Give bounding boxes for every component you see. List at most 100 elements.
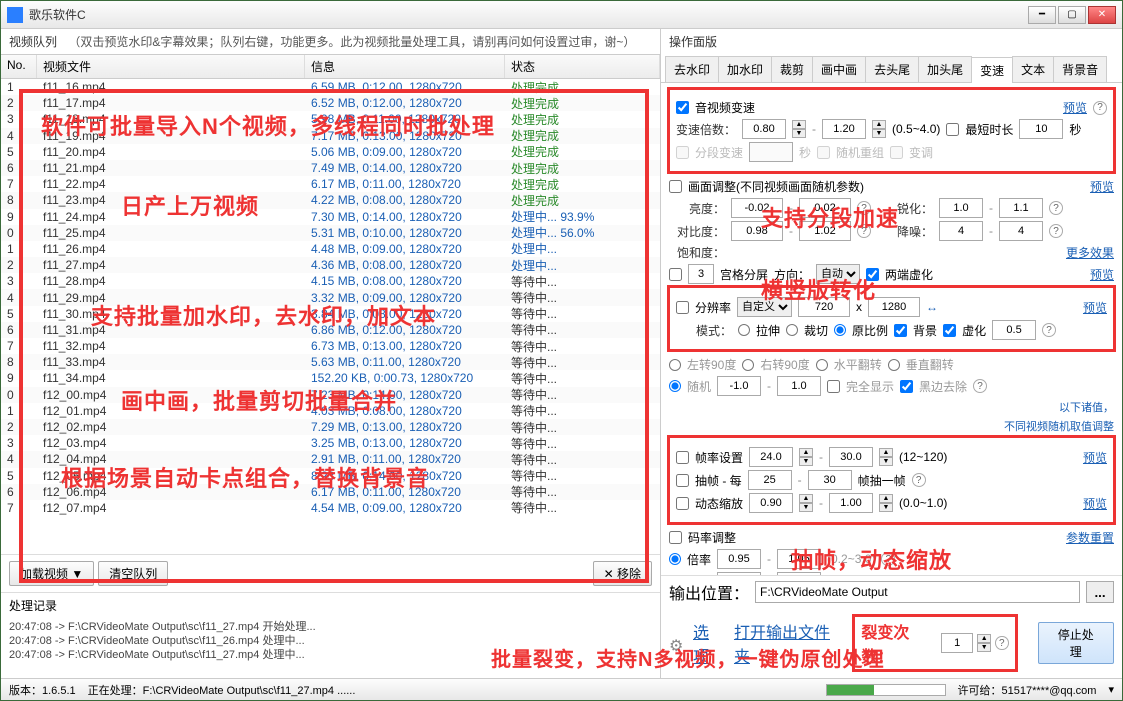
help-icon[interactable]: ? [1093, 101, 1107, 115]
table-row[interactable]: 1f11_16.mp46.59 MB, 0:12.00, 1280x720处理完… [1, 79, 660, 95]
help-icon[interactable]: ? [1042, 323, 1056, 337]
table-row[interactable]: 5f12_05.mp48.23 MB, 0:14.00, 1280x720等待中… [1, 468, 660, 484]
maximize-button[interactable]: ▢ [1058, 6, 1086, 24]
table-row[interactable]: 4f12_04.mp42.91 MB, 0:11.00, 1280x720等待中… [1, 451, 660, 467]
remove-button[interactable]: ✕ 移除 [593, 561, 652, 586]
keep-radio[interactable] [834, 324, 846, 336]
speed-checkbox[interactable] [676, 101, 689, 114]
help-icon[interactable]: ? [857, 201, 871, 215]
split-num[interactable] [688, 264, 714, 284]
tab-3[interactable]: 画中画 [812, 56, 866, 82]
table-row[interactable]: 9f11_24.mp47.30 MB, 0:14.00, 1280x720处理中… [1, 209, 660, 225]
rot-rand[interactable] [669, 380, 681, 392]
help-icon[interactable]: ? [857, 224, 871, 238]
sharp-lo[interactable] [939, 198, 983, 218]
contrast-lo[interactable] [731, 221, 783, 241]
contrast-hi[interactable] [799, 221, 851, 241]
table-row[interactable]: 3f12_03.mp43.25 MB, 0:13.00, 1280x720等待中… [1, 435, 660, 451]
zoom-checkbox[interactable] [676, 497, 689, 510]
direction-select[interactable]: 自动 [816, 264, 860, 284]
help-icon[interactable]: ? [995, 636, 1008, 650]
bright-hi[interactable] [799, 198, 851, 218]
preview-link[interactable]: 预览 [1083, 299, 1107, 316]
tab-2[interactable]: 裁剪 [771, 56, 813, 82]
preview-link[interactable]: 预览 [1063, 99, 1087, 116]
fps-hi[interactable] [829, 447, 873, 467]
stop-button[interactable]: 停止处理 [1038, 622, 1114, 664]
table-row[interactable]: 4f11_29.mp43.32 MB, 0:09.00, 1280x720等待中… [1, 289, 660, 305]
short-checkbox[interactable] [946, 123, 959, 136]
table-body[interactable]: 1f11_16.mp46.59 MB, 0:12.00, 1280x720处理完… [1, 79, 660, 554]
zoom-hi[interactable] [829, 493, 873, 513]
help-icon[interactable]: ? [881, 552, 895, 566]
help-icon[interactable]: ? [1049, 201, 1063, 215]
frame-hi[interactable] [808, 470, 852, 490]
gear-icon[interactable]: ⚙ [669, 636, 683, 650]
col-no[interactable]: No. [1, 55, 37, 78]
table-row[interactable]: 5f11_20.mp45.06 MB, 0:09.00, 1280x720处理完… [1, 144, 660, 160]
table-row[interactable]: 7f11_22.mp46.17 MB, 0:11.00, 1280x720处理完… [1, 176, 660, 192]
res-checkbox[interactable] [676, 301, 689, 314]
fps-checkbox[interactable] [676, 451, 689, 464]
adjust-checkbox[interactable] [669, 180, 682, 193]
crop-radio[interactable] [786, 324, 798, 336]
frame-lo[interactable] [748, 470, 792, 490]
rot-hf[interactable] [816, 359, 828, 371]
zoom-lo[interactable] [749, 493, 793, 513]
table-row[interactable]: 1f12_01.mp44.03 MB, 0:08.00, 1280x720等待中… [1, 403, 660, 419]
log-area[interactable]: 20:47:08 -> F:\CRVideoMate Output\sc\f11… [1, 618, 660, 678]
rot-vf[interactable] [888, 359, 900, 371]
blur-checkbox[interactable] [943, 324, 956, 337]
table-row[interactable]: 3f11_18.mp45.98 MB, 0:11.00, 1280x720处理完… [1, 111, 660, 127]
help-icon[interactable]: ? [973, 379, 987, 393]
preview-link[interactable]: 预览 [1083, 495, 1107, 512]
rate-lo-input[interactable] [742, 119, 786, 139]
seg-checkbox[interactable] [676, 146, 689, 159]
col-file[interactable]: 视频文件 [37, 55, 305, 78]
preview-link[interactable]: 预览 [1090, 266, 1114, 283]
table-row[interactable]: 2f11_17.mp46.52 MB, 0:12.00, 1280x720处理完… [1, 95, 660, 111]
frame-checkbox[interactable] [676, 474, 689, 487]
tab-8[interactable]: 背景音 [1053, 56, 1107, 82]
tab-1[interactable]: 加水印 [718, 56, 772, 82]
rot-l90[interactable] [669, 359, 681, 371]
tab-5[interactable]: 加头尾 [918, 56, 972, 82]
table-row[interactable]: 3f11_28.mp44.15 MB, 0:08.00, 1280x720等待中… [1, 273, 660, 289]
bitrate-checkbox[interactable] [669, 531, 682, 544]
fission-input[interactable] [941, 633, 973, 653]
sharp-hi[interactable] [999, 198, 1043, 218]
clear-queue-button[interactable]: 清空队列 [98, 561, 168, 586]
tab-7[interactable]: 文本 [1012, 56, 1054, 82]
table-row[interactable]: 0f12_00.mp47.23 MB, 0:14.00, 1280x720等待中… [1, 387, 660, 403]
load-video-button[interactable]: 加载视频 ▼ [9, 561, 94, 586]
rate-radio[interactable] [669, 553, 681, 565]
close-button[interactable]: ✕ [1088, 6, 1116, 24]
split-checkbox[interactable] [669, 268, 682, 281]
table-row[interactable]: 4f11_19.mp47.17 MB, 0:13.00, 1280x720处理完… [1, 128, 660, 144]
table-row[interactable]: 2f12_02.mp47.29 MB, 0:13.00, 1280x720等待中… [1, 419, 660, 435]
browse-button[interactable]: ... [1086, 581, 1114, 603]
both-blur-checkbox[interactable] [866, 268, 879, 281]
table-row[interactable]: 6f11_21.mp47.49 MB, 0:14.00, 1280x720处理完… [1, 160, 660, 176]
preview-link[interactable]: 预览 [1090, 178, 1114, 195]
titlebar[interactable]: 歌乐软件C ━ ▢ ✕ [1, 1, 1122, 29]
table-row[interactable]: 8f11_33.mp45.63 MB, 0:11.00, 1280x720等待中… [1, 354, 660, 370]
output-path-input[interactable] [755, 581, 1080, 603]
blur-input[interactable] [992, 320, 1036, 340]
col-info[interactable]: 信息 [305, 55, 505, 78]
noise-hi[interactable] [999, 221, 1043, 241]
table-row[interactable]: 6f11_31.mp46.86 MB, 0:12.00, 1280x720等待中… [1, 322, 660, 338]
table-row[interactable]: 7f11_32.mp46.73 MB, 0:13.00, 1280x720等待中… [1, 338, 660, 354]
rate-hi-input[interactable] [822, 119, 866, 139]
tab-6[interactable]: 变速 [971, 57, 1013, 83]
table-row[interactable]: 0f11_25.mp45.31 MB, 0:10.00, 1280x720处理中… [1, 225, 660, 241]
chevron-down-icon[interactable]: ▾ [1108, 683, 1114, 696]
table-row[interactable]: 6f12_06.mp46.17 MB, 0:11.00, 1280x720等待中… [1, 484, 660, 500]
table-row[interactable]: 2f11_27.mp44.36 MB, 0:08.00, 1280x720处理中… [1, 257, 660, 273]
res-w-input[interactable] [798, 297, 850, 317]
swap-icon[interactable]: ↔ [926, 300, 938, 314]
bg-checkbox[interactable] [894, 324, 907, 337]
minimize-button[interactable]: ━ [1028, 6, 1056, 24]
more-effects-link[interactable]: 更多效果 [1066, 244, 1114, 261]
table-row[interactable]: 8f11_23.mp44.22 MB, 0:08.00, 1280x720处理完… [1, 192, 660, 208]
